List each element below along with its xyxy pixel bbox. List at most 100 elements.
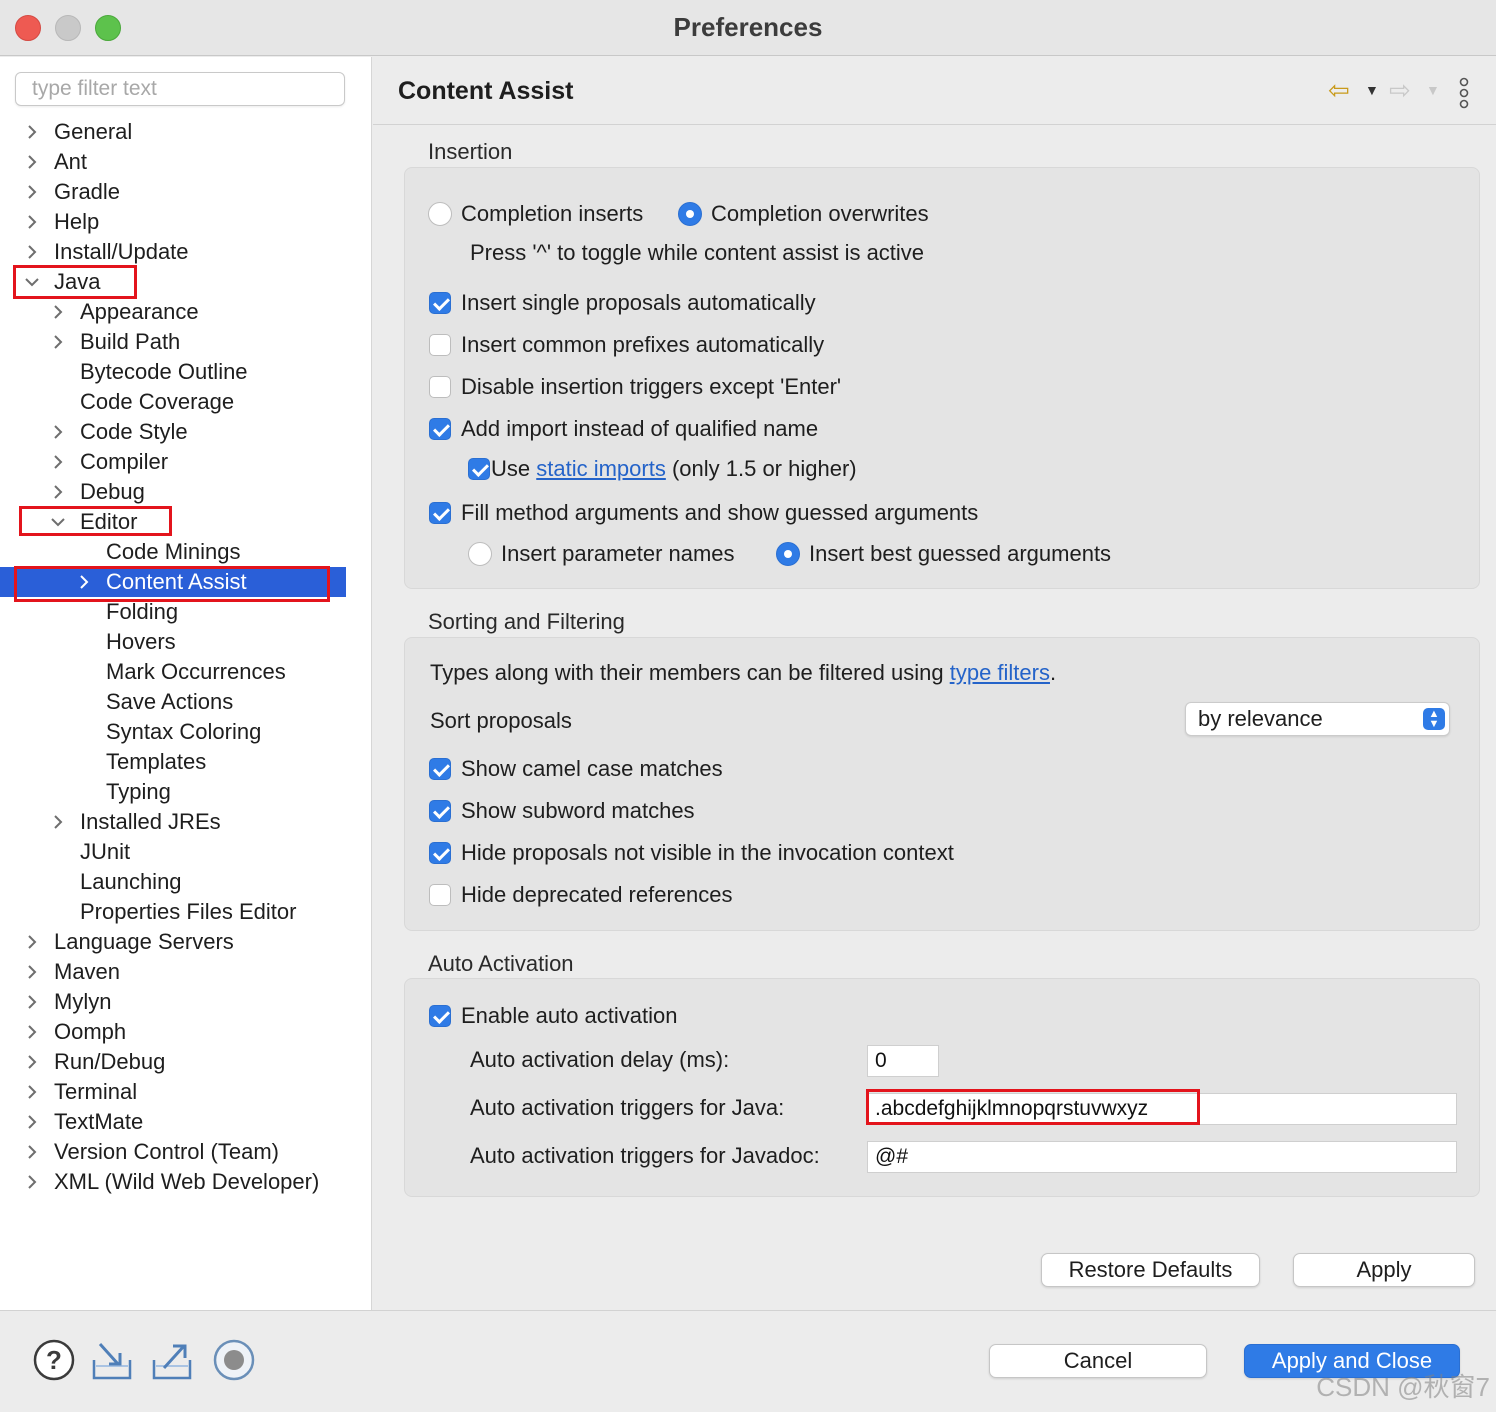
fill-method-checkbox-box[interactable] <box>429 502 451 524</box>
restore-defaults-button[interactable]: Restore Defaults <box>1041 1253 1260 1287</box>
hide-deprecated-checkbox-box[interactable] <box>429 884 451 906</box>
tree-item-code-coverage[interactable]: Code Coverage <box>0 387 346 417</box>
completion-inserts-radio-dot[interactable] <box>428 202 452 226</box>
chevron-right-icon[interactable] <box>22 147 42 177</box>
insert-single-checkbox-box[interactable] <box>429 292 451 314</box>
static-imports-link[interactable]: static imports <box>536 456 666 481</box>
tree-item-appearance[interactable]: Appearance <box>0 297 346 327</box>
tree-item-syntax-coloring[interactable]: Syntax Coloring <box>0 717 346 747</box>
chevron-right-icon[interactable] <box>22 1017 42 1047</box>
subword-checkbox-box[interactable] <box>429 800 451 822</box>
tree-item-templates[interactable]: Templates <box>0 747 346 777</box>
tree-item-code-style[interactable]: Code Style <box>0 417 346 447</box>
export-icon[interactable] <box>150 1338 194 1382</box>
tree-item-label: Mark Occurrences <box>106 659 286 684</box>
chevron-right-icon[interactable] <box>48 807 68 837</box>
tree-item-mark-occurrences[interactable]: Mark Occurrences <box>0 657 346 687</box>
tree-item-oomph[interactable]: Oomph <box>0 1017 346 1047</box>
insert-parameter-names-radio-dot[interactable] <box>468 542 492 566</box>
tree-item-save-actions[interactable]: Save Actions <box>0 687 346 717</box>
svg-text:?: ? <box>46 1345 62 1375</box>
back-arrow-icon[interactable]: ⇦ <box>1328 75 1350 105</box>
chevron-right-icon[interactable] <box>48 327 68 357</box>
tree-item-general[interactable]: General <box>0 117 346 147</box>
tree-item-label: Save Actions <box>106 689 234 714</box>
auto-activation-group: Enable auto activation Auto activation d… <box>404 978 1480 1197</box>
chevron-right-icon[interactable] <box>48 477 68 507</box>
bottom-bar: ? Cancel Apply and Close CSDN @秋窗7 <box>0 1310 1496 1412</box>
tree-item-bytecode-outline[interactable]: Bytecode Outline <box>0 357 346 387</box>
tree-item-xml-wild-web-developer[interactable]: XML (Wild Web Developer) <box>0 1167 346 1197</box>
tree-item-language-servers[interactable]: Language Servers <box>0 927 346 957</box>
title-bar: Preferences <box>0 0 1496 56</box>
apply-button[interactable]: Apply <box>1293 1253 1475 1287</box>
filter-input[interactable] <box>15 72 345 106</box>
insert-best-guessed-radio-dot[interactable] <box>776 542 800 566</box>
import-icon[interactable] <box>90 1338 134 1382</box>
chevron-right-icon[interactable] <box>22 1077 42 1107</box>
tree-item-label: Debug <box>80 479 145 504</box>
chevron-right-icon[interactable] <box>22 207 42 237</box>
cancel-button[interactable]: Cancel <box>989 1344 1207 1378</box>
tree-item-typing[interactable]: Typing <box>0 777 346 807</box>
tree-item-gradle[interactable]: Gradle <box>0 177 346 207</box>
chevron-right-icon[interactable] <box>22 987 42 1017</box>
insert-common-checkbox-box[interactable] <box>429 334 451 356</box>
chevron-right-icon[interactable] <box>48 297 68 327</box>
tree-item-install-update[interactable]: Install/Update <box>0 237 346 267</box>
chevron-right-icon[interactable] <box>22 957 42 987</box>
content-assist-page: Content Assist ⇦ ▼ ⇨ ▼ Insertion Complet… <box>373 57 1496 1310</box>
tree-item-compiler[interactable]: Compiler <box>0 447 346 477</box>
use-static-imports-checkbox-box[interactable] <box>468 458 490 480</box>
sort-proposals-select[interactable]: by relevance ▲ ▼ <box>1185 702 1450 736</box>
enable-auto-activation-checkbox-box[interactable] <box>429 1005 451 1027</box>
back-dropdown-icon[interactable]: ▼ <box>1365 75 1379 105</box>
delay-input[interactable] <box>867 1045 939 1077</box>
tree-item-ant[interactable]: Ant <box>0 147 346 177</box>
forward-dropdown-icon[interactable]: ▼ <box>1426 75 1440 105</box>
tree-item-debug[interactable]: Debug <box>0 477 346 507</box>
more-vertical-icon[interactable] <box>1457 77 1471 109</box>
help-icon[interactable]: ? <box>32 1338 76 1382</box>
tree-item-textmate[interactable]: TextMate <box>0 1107 346 1137</box>
tree-item-properties-files-editor[interactable]: Properties Files Editor <box>0 897 346 927</box>
chevron-right-icon[interactable] <box>22 237 42 267</box>
tree-item-build-path[interactable]: Build Path <box>0 327 346 357</box>
chevron-right-icon[interactable] <box>22 1167 42 1197</box>
tree-item-label: Ant <box>54 149 88 174</box>
disable-triggers-checkbox-box[interactable] <box>429 376 451 398</box>
chevron-right-icon[interactable] <box>22 1047 42 1077</box>
type-filters-link[interactable]: type filters <box>950 660 1050 685</box>
chevron-right-icon[interactable] <box>48 447 68 477</box>
chevron-right-icon[interactable] <box>22 117 42 147</box>
hide-invisible-checkbox-box[interactable] <box>429 842 451 864</box>
record-icon[interactable] <box>212 1338 256 1382</box>
tree-item-version-control-team[interactable]: Version Control (Team) <box>0 1137 346 1167</box>
tree-item-launching[interactable]: Launching <box>0 867 346 897</box>
highlight-box-editor <box>19 506 172 536</box>
chevron-right-icon[interactable] <box>22 1137 42 1167</box>
chevron-right-icon[interactable] <box>22 177 42 207</box>
tree-item-installed-jres[interactable]: Installed JREs <box>0 807 346 837</box>
tree-item-hovers[interactable]: Hovers <box>0 627 346 657</box>
chevron-right-icon[interactable] <box>22 927 42 957</box>
forward-arrow-icon[interactable]: ⇨ <box>1389 75 1411 105</box>
tree-item-run-debug[interactable]: Run/Debug <box>0 1047 346 1077</box>
tree-item-junit[interactable]: JUnit <box>0 837 346 867</box>
select-arrows-icon: ▲ ▼ <box>1423 708 1445 730</box>
tree-item-mylyn[interactable]: Mylyn <box>0 987 346 1017</box>
tree-item-label: JUnit <box>80 839 131 864</box>
completion-overwrites-radio-dot[interactable] <box>678 202 702 226</box>
chevron-right-icon[interactable] <box>48 417 68 447</box>
toggle-hint-text: Press '^' to toggle while content assist… <box>470 240 925 265</box>
javadoc-triggers-input[interactable] <box>867 1141 1457 1173</box>
chevron-right-icon[interactable] <box>22 1107 42 1137</box>
tree-item-help[interactable]: Help <box>0 207 346 237</box>
add-import-checkbox-box[interactable] <box>429 418 451 440</box>
tree-item-label: XML (Wild Web Developer) <box>54 1169 320 1194</box>
insertion-group: Completion inserts Completion overwrites… <box>404 167 1480 589</box>
tree-item-code-minings[interactable]: Code Minings <box>0 537 346 567</box>
camel-case-checkbox-box[interactable] <box>429 758 451 780</box>
tree-item-maven[interactable]: Maven <box>0 957 346 987</box>
tree-item-terminal[interactable]: Terminal <box>0 1077 346 1107</box>
